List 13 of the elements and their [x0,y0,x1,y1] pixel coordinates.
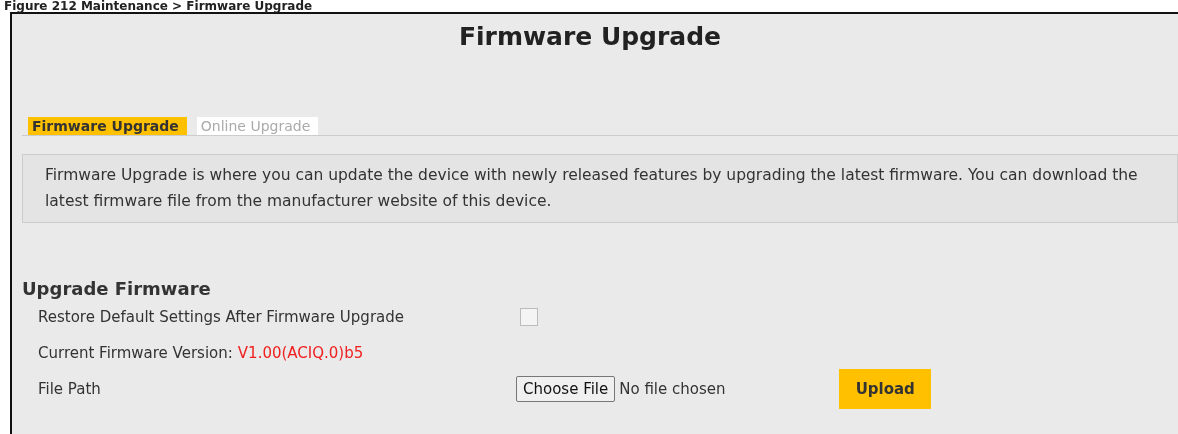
field-label: File Path [38,380,102,398]
version-value: V1.00(ACIQ.0)b5 [237,344,364,362]
field-label: Current Firmware Version: [38,344,233,362]
info-text: Firmware Upgrade is where you can update the device with newly released features by upgrading the latest firmware. You can download the latest firmware file from the manufacturer website of this device. [45,166,1138,210]
section-heading: Upgrade Firmware [22,278,212,299]
checkbox[interactable] [520,308,538,326]
field-label: Restore Default Settings After Firmware Upgrade [38,308,405,326]
tab[interactable]: Firmware Upgrade [28,117,187,135]
file-status: No file chosen [619,380,727,398]
choose-file-button[interactable]: Choose File [516,376,616,402]
page-title: Firmware Upgrade [457,22,723,51]
upload-button[interactable]: Upload [839,369,932,409]
figure-caption: Figure 212 Maintenance > Firmware Upgrade [3,0,314,12]
